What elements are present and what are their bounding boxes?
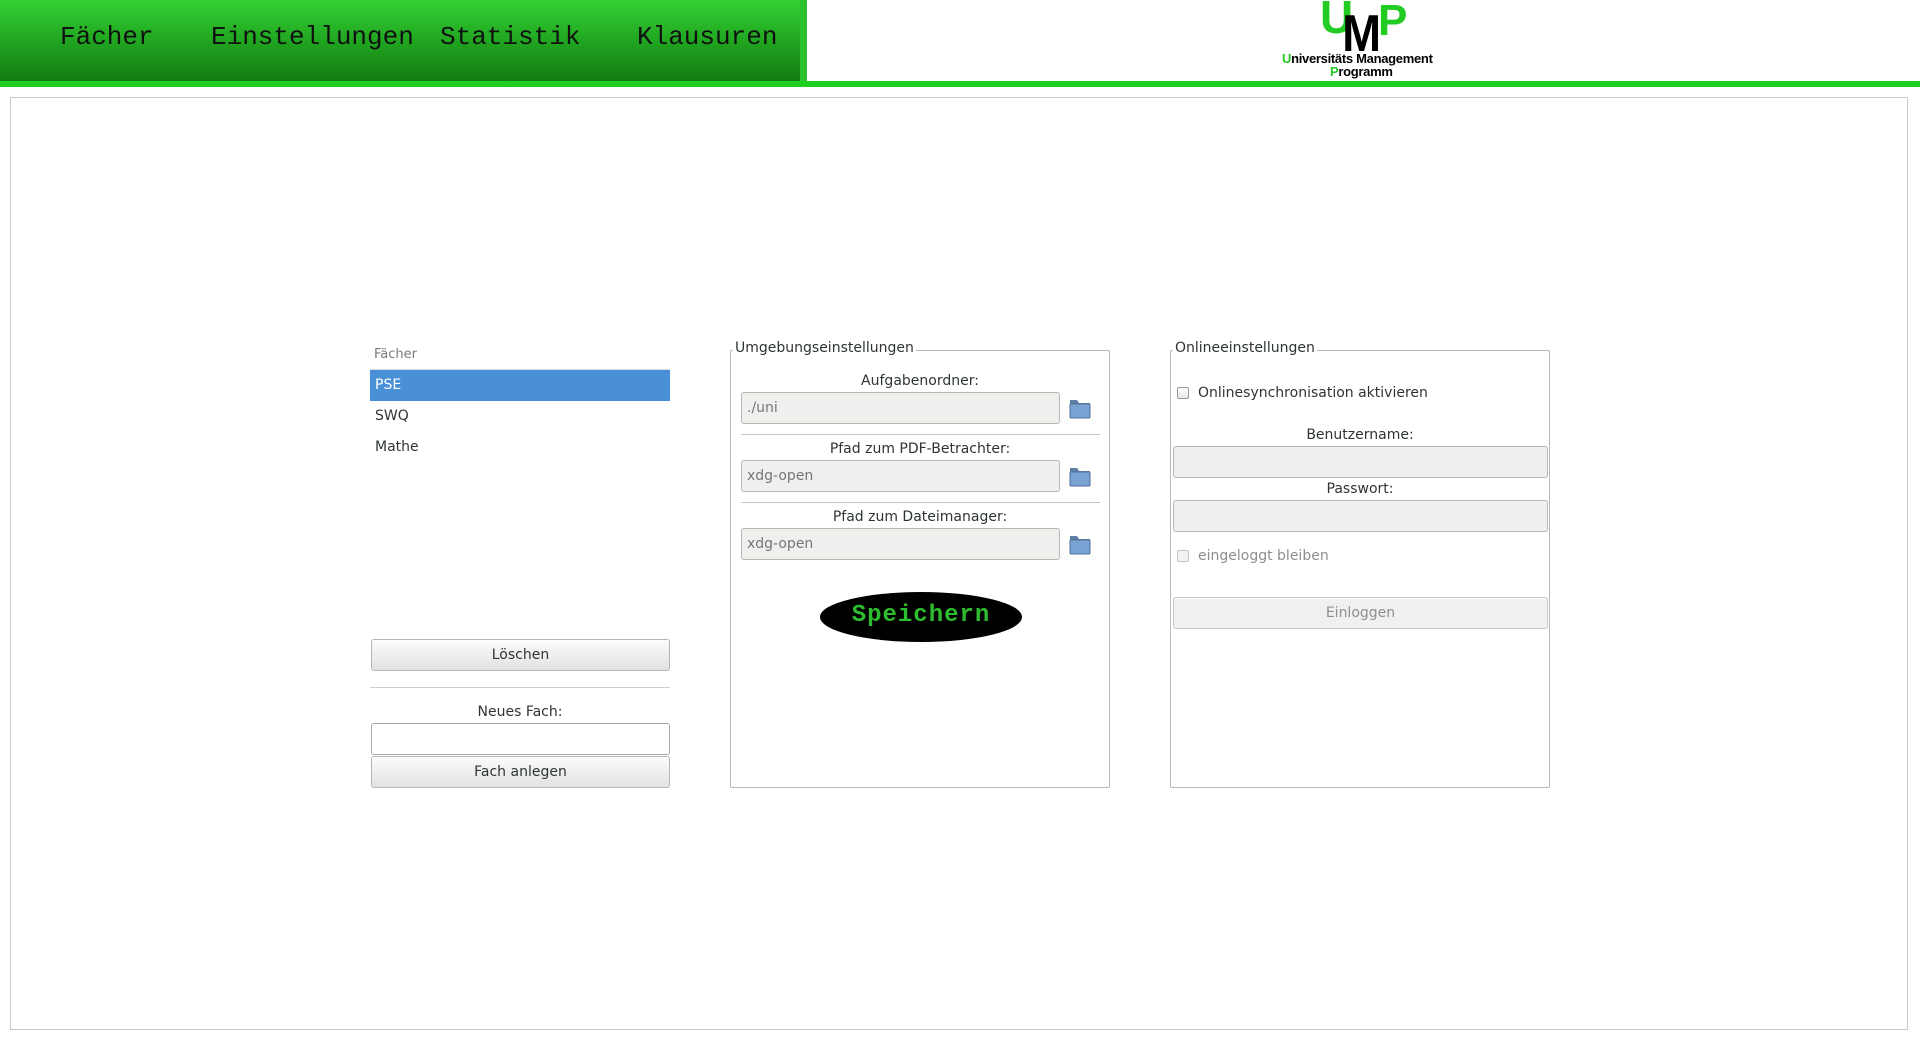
ump-logo: U M P Universitäts Management Programm (1278, 0, 1448, 81)
env-separator-2 (741, 502, 1100, 503)
left-separator (370, 687, 670, 688)
delete-subject-button[interactable]: Löschen (371, 639, 670, 671)
username-input[interactable] (1173, 446, 1548, 478)
online-settings-frame: Onlineeinstellungen Onlinesynchronisatio… (1170, 340, 1550, 788)
environment-settings-title: Umgebungseinstellungen (733, 340, 916, 356)
online-settings-title: Onlineeinstellungen (1173, 340, 1317, 356)
create-subject-button[interactable]: Fach anlegen (371, 756, 670, 788)
task-folder-input[interactable] (741, 392, 1060, 424)
stay-logged-in-checkbox[interactable] (1177, 550, 1189, 562)
subject-row-pse[interactable]: PSE (370, 370, 670, 401)
new-subject-input[interactable] (371, 723, 670, 755)
nav-tab-einstellungen[interactable]: Einstellungen (211, 22, 414, 52)
password-label: Passwort: (1326, 481, 1394, 497)
folder-icon (1069, 536, 1091, 555)
pdf-viewer-browse-button[interactable] (1067, 464, 1093, 488)
save-button[interactable]: Speichern (820, 592, 1022, 642)
file-manager-label: Pfad zum Dateimanager: (832, 509, 1008, 525)
env-separator-1 (741, 434, 1100, 435)
folder-icon (1069, 400, 1091, 419)
pdf-viewer-input[interactable] (741, 460, 1060, 492)
stay-logged-in-row: eingeloggt bleiben (1177, 548, 1329, 564)
file-manager-browse-button[interactable] (1067, 532, 1093, 556)
subject-row-mathe[interactable]: Mathe (370, 432, 670, 463)
environment-settings-frame: Umgebungseinstellungen Aufgabenordner: P… (730, 340, 1110, 788)
subjects-list-header: Fächer (370, 343, 670, 370)
username-label: Benutzername: (1306, 427, 1414, 443)
sync-checkbox-label: Onlinesynchronisation aktivieren (1198, 385, 1428, 401)
login-button[interactable]: Einloggen (1173, 597, 1548, 629)
logo-line-2: Programm (1330, 64, 1393, 79)
nav-tab-klausuren[interactable]: Klausuren (637, 22, 777, 52)
sync-checkbox[interactable] (1177, 387, 1189, 399)
nav-separator (800, 0, 807, 81)
main-navigation: Fächer Einstellungen Statistik Klausuren (0, 0, 800, 81)
nav-tab-statistik[interactable]: Statistik (440, 22, 580, 52)
header-underline (0, 81, 1920, 87)
sync-checkbox-row: Onlinesynchronisation aktivieren (1177, 385, 1428, 401)
password-input[interactable] (1173, 500, 1548, 532)
task-folder-label: Aufgabenordner: (861, 373, 979, 389)
task-folder-browse-button[interactable] (1067, 396, 1093, 420)
new-subject-label: Neues Fach: (477, 704, 563, 720)
subject-row-swq[interactable]: SWQ (370, 401, 670, 432)
folder-icon (1069, 468, 1091, 487)
logo-letter-p: P (1378, 0, 1408, 45)
pdf-viewer-label: Pfad zum PDF-Betrachter: (829, 441, 1011, 457)
subjects-list: Fächer PSE SWQ Mathe (370, 343, 670, 641)
file-manager-input[interactable] (741, 528, 1060, 560)
nav-tab-faecher[interactable]: Fächer (60, 22, 154, 52)
stay-logged-in-label: eingeloggt bleiben (1198, 548, 1329, 564)
